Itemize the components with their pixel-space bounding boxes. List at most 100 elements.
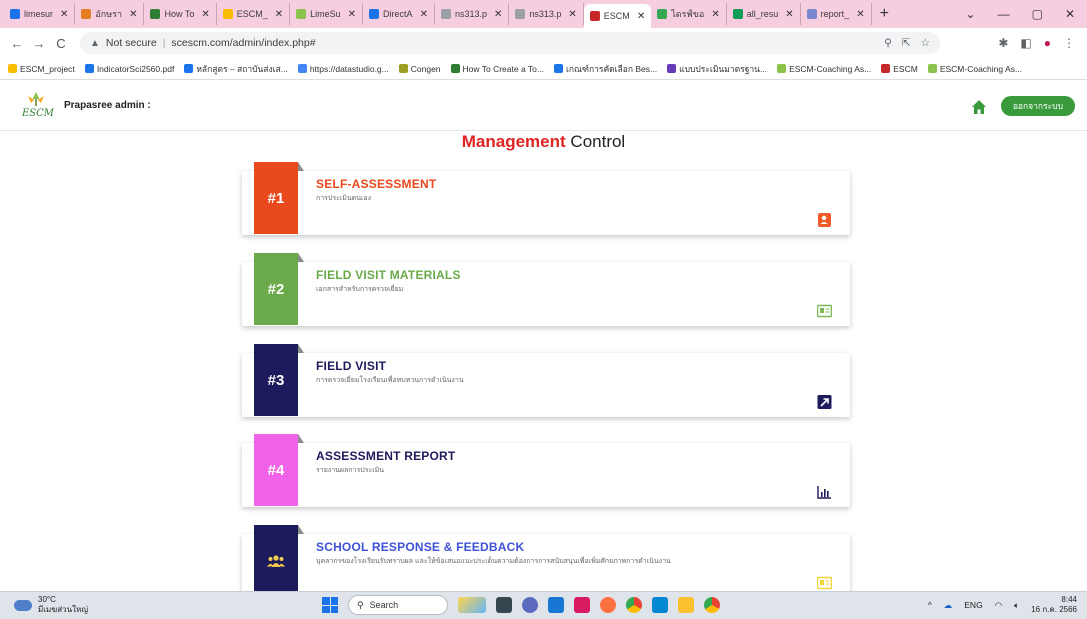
bookmark-favicon-icon <box>450 64 460 73</box>
store-icon[interactable] <box>548 597 564 613</box>
close-tab-icon[interactable]: ✕ <box>275 9 283 20</box>
close-tab-icon[interactable]: ✕ <box>785 9 793 20</box>
windows-start-icon[interactable] <box>322 597 338 613</box>
bookmark-item[interactable]: ESCM-Coaching As... <box>777 64 871 74</box>
menu-card[interactable]: #2 FIELD VISIT MATERIALS เอกสารสำหรับการตร… <box>242 253 850 326</box>
clock[interactable]: 8:44 16 ก.ค. 2566 <box>1031 595 1077 615</box>
svg-text:ESCM: ESCM <box>21 108 54 119</box>
menu-card[interactable]: #1 SELF-ASSESSMENT การประเมินตนเอง <box>242 162 850 235</box>
window-controls: ⌄ — ▢ ✕ <box>966 0 1087 28</box>
maximize-icon[interactable]: ▢ <box>1032 7 1043 21</box>
weather-widget[interactable]: 30°C มีเมฆส่วนใหญ่ <box>14 595 88 615</box>
card-title: SCHOOL RESPONSE & FEEDBACK <box>316 540 525 554</box>
menu-card[interactable]: SCHOOL RESPONSE & FEEDBACK บุคลากรของโรงเ… <box>242 525 850 598</box>
wifi-icon[interactable]: ◠ <box>995 600 1002 611</box>
bookmark-label: ESCM-Coaching As... <box>939 63 1023 74</box>
browser-tab[interactable]: ns313.p ✕ <box>435 3 510 25</box>
bookmark-item[interactable]: IndicatorSci2560.pdf <box>84 64 174 74</box>
card-number: #1 <box>267 189 285 207</box>
address-bar[interactable]: ▲ Not secure | scescm.com/admin/index.ph… <box>80 32 940 54</box>
bookmark-item[interactable]: ESCM-Coaching As... <box>927 63 1023 74</box>
photos-icon[interactable] <box>574 597 590 613</box>
share-icon[interactable]: ⇱ <box>902 37 911 49</box>
temperature: 30°C <box>38 595 56 604</box>
bookmark-item[interactable]: ESCM <box>881 64 918 74</box>
bookmark-item[interactable]: https://datastudio.g... <box>297 64 389 74</box>
task-view-icon[interactable] <box>496 597 512 613</box>
card-badge: #2 <box>254 253 304 325</box>
browser-toolbar: ← → C ▲ Not secure | scescm.com/admin/in… <box>0 28 1087 58</box>
firefox-icon[interactable] <box>600 597 616 613</box>
page-title-rest: Control <box>565 132 626 151</box>
browser-tab[interactable]: ไดรฟ์ขอ ✕ <box>651 3 727 25</box>
widgets-icon[interactable] <box>458 597 486 613</box>
chrome-icon[interactable] <box>626 597 642 613</box>
card-subtitle: รายงานผลการประเมิน <box>316 467 385 474</box>
browser-tab[interactable]: ns313.p ✕ <box>509 3 584 25</box>
menu-card[interactable]: #4 ASSESSMENT REPORT รายงานผลการประเมิน <box>242 434 850 507</box>
tray-chevron-icon[interactable]: ^ <box>928 600 932 610</box>
star-icon[interactable]: ☆ <box>921 37 930 49</box>
browser-tab[interactable]: DirectA ✕ <box>363 3 435 25</box>
close-tab-icon[interactable]: ✕ <box>201 9 209 20</box>
back-icon[interactable]: ← <box>6 36 28 51</box>
browser-tab[interactable]: ESCM_ ✕ <box>217 3 291 25</box>
clock-time: 8:44 <box>1061 595 1077 604</box>
browser-tab[interactable]: all_resu ✕ <box>727 3 801 25</box>
bookmark-item[interactable]: หลักสูตร – สถาบันส่งเส... <box>184 62 288 76</box>
menu-card[interactable]: #3 FIELD VISIT การตรวจเยี่ยมโรงเรียนเพื่อท… <box>242 344 850 417</box>
card-title: FIELD VISIT <box>316 359 387 373</box>
profile-icon[interactable]: ● <box>1044 36 1051 50</box>
close-tab-icon[interactable]: ✕ <box>420 9 428 20</box>
close-tab-icon[interactable]: ✕ <box>568 9 576 20</box>
tab-label: ไดรฟ์ขอ <box>671 9 705 19</box>
bookmark-favicon-icon <box>184 64 194 73</box>
taskbar-search[interactable]: ⚲ Search <box>348 595 448 615</box>
menu-icon[interactable]: ⋮ <box>1063 36 1075 50</box>
browser-tab[interactable]: ESCM ✕ <box>583 4 652 28</box>
tab-favicon-icon <box>589 11 600 21</box>
bookmark-item[interactable]: แบบประเมินมาตรฐาน... <box>667 62 767 76</box>
close-tab-icon[interactable]: ✕ <box>60 9 68 20</box>
bookmark-item[interactable]: Congen <box>398 64 441 74</box>
search-label: Search <box>369 600 399 610</box>
bookmark-item[interactable]: How To Create a To... <box>450 64 544 74</box>
close-tab-icon[interactable]: ✕ <box>348 9 356 20</box>
new-tab-icon[interactable]: + <box>872 5 897 23</box>
close-tab-icon[interactable]: ✕ <box>129 9 137 20</box>
close-tab-icon[interactable]: ✕ <box>711 9 719 20</box>
browser-tab[interactable]: อักษรา ✕ <box>75 3 145 25</box>
language-indicator[interactable]: ENG <box>964 600 982 610</box>
browser-tab[interactable]: How To ✕ <box>144 3 217 25</box>
bookmark-item[interactable]: เกณฑ์การคัดเลือก Bes... <box>553 62 657 76</box>
browser-tab[interactable]: limesur ✕ <box>4 3 76 25</box>
file-explorer-icon[interactable] <box>678 597 694 613</box>
browser-tab[interactable]: report_ ✕ <box>801 3 872 25</box>
browser-tab[interactable]: LimeSu ✕ <box>290 3 364 25</box>
close-window-icon[interactable]: ✕ <box>1065 7 1075 21</box>
card-title: SELF-ASSESSMENT <box>316 177 437 191</box>
tab-label: ns313.p <box>454 9 487 19</box>
bookmark-item[interactable]: ESCM_project <box>8 64 75 74</box>
minimize-icon[interactable]: — <box>998 7 1010 21</box>
sidepanel-icon[interactable]: ◧ <box>1020 36 1031 50</box>
tab-favicon-icon <box>515 9 526 19</box>
tab-label: ESCM_ <box>236 9 268 19</box>
chat-icon[interactable] <box>522 597 538 613</box>
onedrive-icon[interactable]: ☁ <box>944 600 953 611</box>
close-tab-icon[interactable]: ✕ <box>856 9 864 20</box>
tab-favicon-icon <box>657 9 668 19</box>
reload-icon[interactable]: C <box>50 36 72 51</box>
mail-icon[interactable] <box>652 597 668 613</box>
close-tab-icon[interactable]: ✕ <box>637 11 645 22</box>
logout-button[interactable]: ออกจากระบบ <box>1000 96 1075 116</box>
close-tab-icon[interactable]: ✕ <box>494 9 502 20</box>
home-icon[interactable] <box>971 99 987 115</box>
tab-search-icon[interactable]: ⌄ <box>966 7 976 21</box>
forward-icon[interactable]: → <box>28 36 50 51</box>
chrome-alt-icon[interactable] <box>704 597 720 613</box>
volume-icon[interactable]: 🔈︎ <box>1014 600 1019 611</box>
zoom-icon[interactable]: ⚲ <box>884 37 892 49</box>
card-badge <box>254 525 304 597</box>
extensions-icon[interactable]: ✱ <box>998 36 1008 50</box>
